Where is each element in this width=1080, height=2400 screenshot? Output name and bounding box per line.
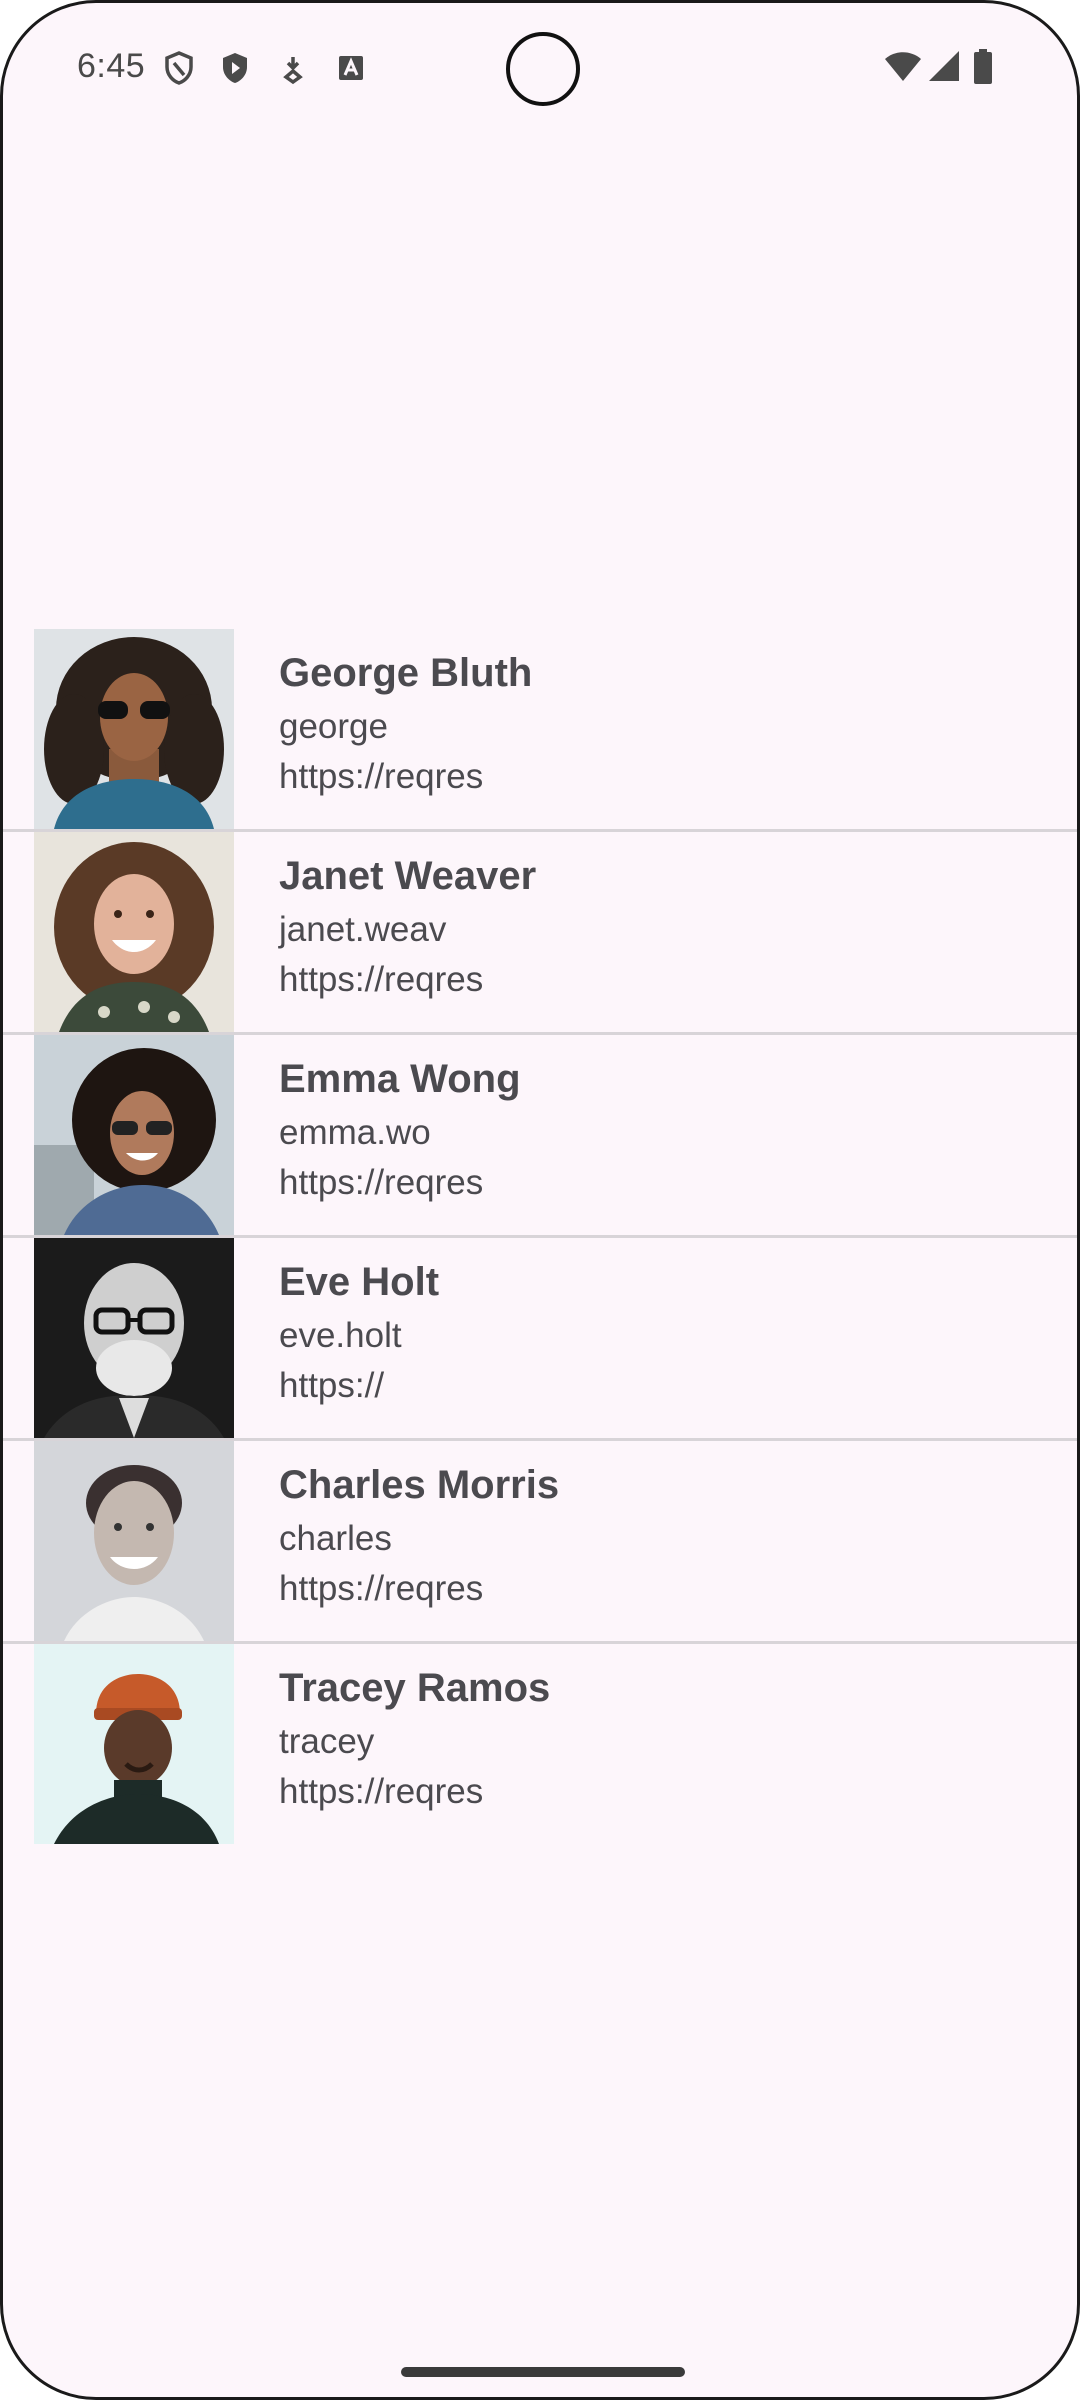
avatar-eve-image (34, 1238, 234, 1438)
list-item[interactable]: Eve Holt eve.holt https:// (3, 1238, 1077, 1441)
user-username: janet.weav (279, 910, 447, 949)
phone-screen: 6:45 George Bluth george https://reqres … (0, 0, 1080, 2400)
user-info: Eve Holt eve.holt https:// (279, 1258, 439, 1411)
user-url: https://reqres (279, 1569, 484, 1608)
status-time: 6:45 (77, 47, 146, 85)
list-item[interactable]: George Bluth george https://reqres (3, 629, 1077, 832)
user-name: George Bluth (279, 651, 533, 695)
user-info: Charles Morris charles https://reqres (279, 1461, 559, 1614)
avatar-george-image (34, 629, 234, 829)
user-name: Emma Wong (279, 1057, 521, 1101)
user-username: emma.wo (279, 1113, 431, 1152)
user-username: tracey (279, 1722, 375, 1761)
user-username: eve.holt (279, 1316, 402, 1355)
cellular-signal-icon (929, 51, 959, 81)
status-right-icons (883, 49, 1003, 89)
download-notification-icon (277, 51, 309, 85)
status-bar: 6:45 (3, 3, 1077, 133)
user-info: Tracey Ramos tracey https://reqres (279, 1664, 550, 1817)
avatar (34, 832, 234, 1032)
avatar (34, 1035, 234, 1235)
user-url: https://reqres (279, 757, 484, 796)
avatar-emma-image (34, 1035, 234, 1235)
list-item[interactable]: Janet Weaver janet.weav https://reqres (3, 832, 1077, 1035)
list-item[interactable]: Emma Wong emma.wo https://reqres (3, 1035, 1077, 1238)
avatar-charles-image (34, 1441, 234, 1641)
user-username: george (279, 707, 388, 746)
user-info: Emma Wong emma.wo https://reqres (279, 1055, 521, 1208)
list-item[interactable]: Tracey Ramos tracey https://reqres (3, 1644, 1077, 1847)
shield-outline-icon (163, 51, 195, 85)
shield-filled-icon (219, 51, 251, 85)
user-name: Eve Holt (279, 1260, 440, 1304)
avatar (34, 1238, 234, 1438)
user-info: Janet Weaver janet.weav https://reqres (279, 852, 536, 1005)
user-url: https:// (279, 1366, 385, 1405)
font-a-icon (335, 51, 367, 85)
user-username: charles (279, 1519, 392, 1558)
front-camera (506, 32, 580, 106)
battery-icon (974, 49, 992, 84)
wifi-icon (885, 52, 921, 81)
user-list[interactable]: George Bluth george https://reqres Janet… (3, 629, 1077, 1847)
user-info: George Bluth george https://reqres (279, 649, 532, 802)
avatar (34, 629, 234, 829)
user-url: https://reqres (279, 960, 484, 999)
user-name: Tracey Ramos (279, 1666, 551, 1710)
user-name: Charles Morris (279, 1463, 560, 1507)
user-name: Janet Weaver (279, 854, 537, 898)
avatar-janet-image (34, 832, 234, 1032)
user-url: https://reqres (279, 1163, 484, 1202)
user-url: https://reqres (279, 1772, 484, 1811)
home-indicator[interactable] (401, 2367, 685, 2377)
avatar (34, 1441, 234, 1641)
avatar (34, 1644, 234, 1844)
avatar-tracey-image (34, 1644, 234, 1844)
list-item[interactable]: Charles Morris charles https://reqres (3, 1441, 1077, 1644)
